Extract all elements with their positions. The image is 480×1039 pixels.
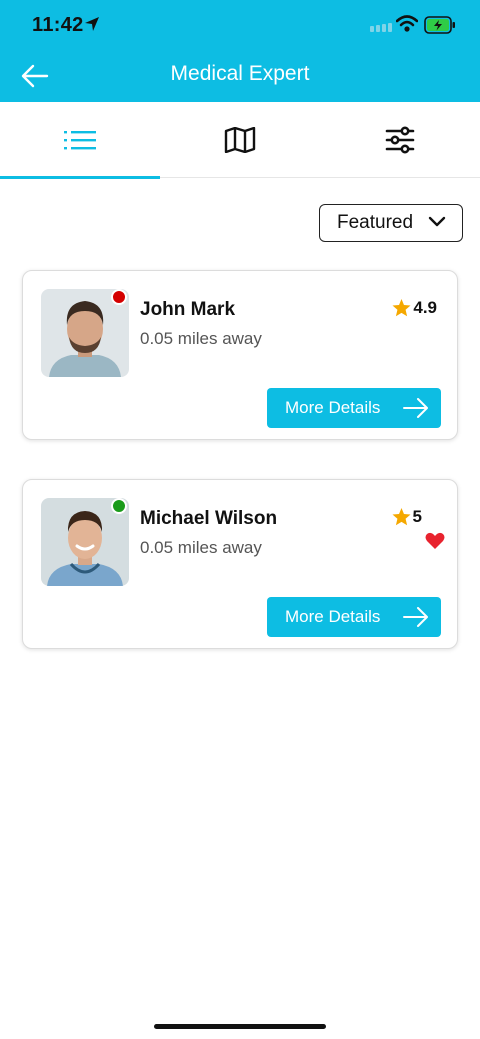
expert-rating: 4.9 [392, 298, 437, 318]
expert-distance: 0.05 miles away [140, 538, 262, 557]
more-details-button[interactable]: More Details [267, 597, 441, 637]
view-tabs [0, 102, 480, 179]
status-indicator [111, 498, 127, 514]
app-header: 11:42 Medical Expert [0, 0, 480, 102]
location-arrow-icon [85, 17, 99, 31]
tab-list[interactable] [0, 102, 160, 179]
wifi-icon [396, 15, 418, 32]
star-icon [392, 508, 411, 526]
expert-distance: 0.05 miles away [140, 329, 262, 348]
rating-value: 4.9 [413, 298, 437, 317]
heart-icon[interactable] [425, 532, 445, 550]
expert-name: John Mark [140, 299, 236, 320]
tab-filters[interactable] [320, 102, 480, 178]
chevron-down-icon [428, 216, 446, 227]
list-icon [64, 131, 96, 150]
tab-map[interactable] [160, 102, 320, 178]
battery-charging-icon [424, 16, 455, 34]
expert-rating: 5 [392, 507, 422, 527]
more-details-label: More Details [285, 607, 381, 626]
signal-icon [370, 23, 392, 32]
arrow-right-icon [403, 607, 428, 627]
sliders-icon [385, 126, 415, 154]
rating-value: 5 [412, 507, 422, 526]
status-indicator [111, 289, 127, 305]
home-indicator [154, 1024, 326, 1029]
page-title: Medical Expert [170, 62, 310, 85]
star-icon [392, 299, 411, 317]
sort-dropdown[interactable]: Featured [319, 204, 463, 242]
more-details-label: More Details [285, 398, 381, 417]
expert-card: Michael Wilson 0.05 miles away 5 More De… [22, 479, 458, 649]
status-time: 11:42 [32, 14, 84, 36]
expert-name: Michael Wilson [140, 508, 278, 529]
expert-card: John Mark 0.05 miles away 4.9 More Detai… [22, 270, 458, 440]
arrow-right-icon [403, 398, 428, 418]
sort-selected-label: Featured [337, 212, 414, 233]
more-details-button[interactable]: More Details [267, 388, 441, 428]
map-icon [224, 127, 256, 153]
